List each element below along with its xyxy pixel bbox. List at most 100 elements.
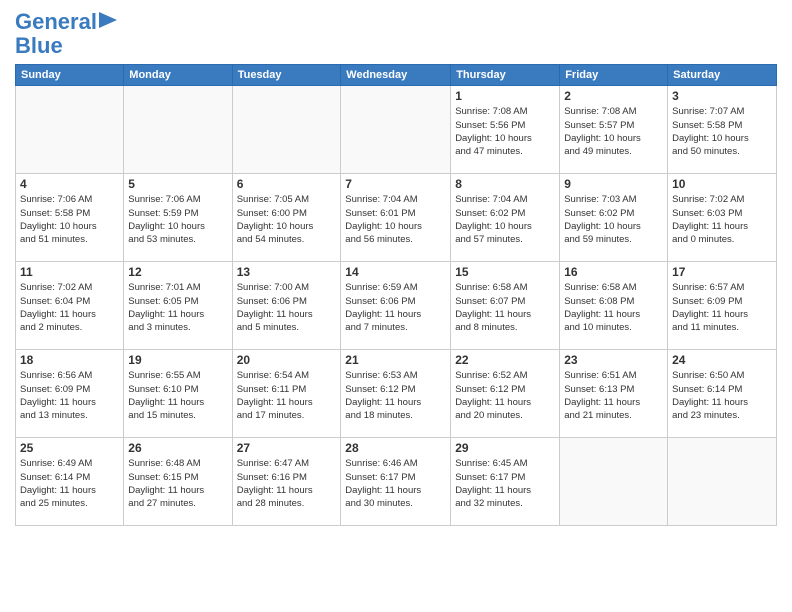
day-info: Sunrise: 7:01 AMSunset: 6:05 PMDaylight:… [128, 281, 227, 334]
calendar-cell: 22 Sunrise: 6:52 AMSunset: 6:12 PMDayligh… [451, 350, 560, 438]
calendar-cell: 11Sunrise: 7:02 AMSunset: 6:04 PMDayligh… [16, 262, 124, 350]
logo-text: General [15, 10, 97, 34]
day-info: Sunrise: 7:04 AMSunset: 6:01 PMDaylight:… [345, 193, 446, 246]
day-number: 26 [128, 441, 227, 455]
day-info: Sunrise: 6:49 AMSunset: 6:14 PMDaylight:… [20, 457, 119, 510]
calendar-week-row: 25 Sunrise: 6:49 AMSunset: 6:14 PMDayligh… [16, 438, 777, 526]
day-info: Sunrise: 6:51 AMSunset: 6:13 PMDaylight:… [564, 369, 663, 422]
day-info: Sunrise: 6:50 AMSunset: 6:14 PMDaylight:… [672, 369, 772, 422]
day-info: Sunrise: 6:52 AMSunset: 6:12 PMDaylight:… [455, 369, 555, 422]
day-info: Sunrise: 7:04 AMSunset: 6:02 PMDaylight:… [455, 193, 555, 246]
calendar-table: SundayMondayTuesdayWednesdayThursdayFrid… [15, 64, 777, 526]
calendar-cell: 25 Sunrise: 6:49 AMSunset: 6:14 PMDayligh… [16, 438, 124, 526]
day-number: 20 [237, 353, 337, 367]
calendar-cell: 6 Sunrise: 7:05 AMSunset: 6:00 PMDaylight… [232, 174, 341, 262]
calendar-cell: 4 Sunrise: 7:06 AMSunset: 5:58 PMDaylight… [16, 174, 124, 262]
calendar-cell: 12 Sunrise: 7:01 AMSunset: 6:05 PMDayligh… [124, 262, 232, 350]
calendar-cell: 2Sunrise: 7:08 AMSunset: 5:57 PMDaylight… [560, 86, 668, 174]
calendar-cell: 27 Sunrise: 6:47 AMSunset: 6:16 PMDayligh… [232, 438, 341, 526]
calendar-cell: 24 Sunrise: 6:50 AMSunset: 6:14 PMDayligh… [668, 350, 777, 438]
calendar-cell: 19Sunrise: 6:55 AMSunset: 6:10 PMDayligh… [124, 350, 232, 438]
day-number: 13 [237, 265, 337, 279]
day-info: Sunrise: 7:05 AMSunset: 6:00 PMDaylight:… [237, 193, 337, 246]
day-info: Sunrise: 7:03 AMSunset: 6:02 PMDaylight:… [564, 193, 663, 246]
calendar-cell [16, 86, 124, 174]
day-info: Sunrise: 6:58 AMSunset: 6:08 PMDaylight:… [564, 281, 663, 334]
calendar-cell: 29 Sunrise: 6:45 AMSunset: 6:17 PMDayligh… [451, 438, 560, 526]
calendar-week-row: 1 Sunrise: 7:08 AMSunset: 5:56 PMDaylight… [16, 86, 777, 174]
day-number: 11 [20, 265, 119, 279]
day-header-saturday: Saturday [668, 65, 777, 86]
calendar-header-row: SundayMondayTuesdayWednesdayThursdayFrid… [16, 65, 777, 86]
day-number: 29 [455, 441, 555, 455]
day-number: 17 [672, 265, 772, 279]
day-info: Sunrise: 6:59 AMSunset: 6:06 PMDaylight:… [345, 281, 446, 334]
day-number: 3 [672, 89, 772, 103]
day-info: Sunrise: 7:07 AMSunset: 5:58 PMDaylight:… [672, 105, 772, 158]
day-number: 28 [345, 441, 446, 455]
day-number: 14 [345, 265, 446, 279]
calendar-cell: 26Sunrise: 6:48 AMSunset: 6:15 PMDayligh… [124, 438, 232, 526]
day-info: Sunrise: 7:02 AMSunset: 6:03 PMDaylight:… [672, 193, 772, 246]
day-number: 25 [20, 441, 119, 455]
logo-blue-text: Blue [15, 34, 63, 58]
day-number: 12 [128, 265, 227, 279]
calendar-cell: 3 Sunrise: 7:07 AMSunset: 5:58 PMDaylight… [668, 86, 777, 174]
day-number: 9 [564, 177, 663, 191]
day-info: Sunrise: 6:47 AMSunset: 6:16 PMDaylight:… [237, 457, 337, 510]
calendar-cell: 10Sunrise: 7:02 AMSunset: 6:03 PMDayligh… [668, 174, 777, 262]
day-number: 24 [672, 353, 772, 367]
day-info: Sunrise: 6:57 AMSunset: 6:09 PMDaylight:… [672, 281, 772, 334]
day-number: 1 [455, 89, 555, 103]
day-header-monday: Monday [124, 65, 232, 86]
day-number: 23 [564, 353, 663, 367]
day-info: Sunrise: 7:06 AMSunset: 5:58 PMDaylight:… [20, 193, 119, 246]
calendar-cell: 8 Sunrise: 7:04 AMSunset: 6:02 PMDaylight… [451, 174, 560, 262]
day-info: Sunrise: 6:45 AMSunset: 6:17 PMDaylight:… [455, 457, 555, 510]
calendar-cell: 5 Sunrise: 7:06 AMSunset: 5:59 PMDaylight… [124, 174, 232, 262]
day-number: 6 [237, 177, 337, 191]
day-number: 8 [455, 177, 555, 191]
logo-arrow-icon [99, 10, 119, 30]
calendar-week-row: 11Sunrise: 7:02 AMSunset: 6:04 PMDayligh… [16, 262, 777, 350]
calendar-cell: 23 Sunrise: 6:51 AMSunset: 6:13 PMDayligh… [560, 350, 668, 438]
day-info: Sunrise: 6:56 AMSunset: 6:09 PMDaylight:… [20, 369, 119, 422]
calendar-cell [124, 86, 232, 174]
calendar-cell [232, 86, 341, 174]
calendar-cell: 17 Sunrise: 6:57 AMSunset: 6:09 PMDayligh… [668, 262, 777, 350]
calendar-cell: 9 Sunrise: 7:03 AMSunset: 6:02 PMDaylight… [560, 174, 668, 262]
day-info: Sunrise: 7:08 AMSunset: 5:56 PMDaylight:… [455, 105, 555, 158]
calendar-week-row: 4 Sunrise: 7:06 AMSunset: 5:58 PMDaylight… [16, 174, 777, 262]
day-header-friday: Friday [560, 65, 668, 86]
calendar-cell: 20 Sunrise: 6:54 AMSunset: 6:11 PMDayligh… [232, 350, 341, 438]
calendar-cell: 7Sunrise: 7:04 AMSunset: 6:01 PMDaylight… [341, 174, 451, 262]
calendar-cell: 15 Sunrise: 6:58 AMSunset: 6:07 PMDayligh… [451, 262, 560, 350]
day-info: Sunrise: 7:00 AMSunset: 6:06 PMDaylight:… [237, 281, 337, 334]
day-number: 18 [20, 353, 119, 367]
calendar-week-row: 18 Sunrise: 6:56 AMSunset: 6:09 PMDayligh… [16, 350, 777, 438]
day-info: Sunrise: 6:58 AMSunset: 6:07 PMDaylight:… [455, 281, 555, 334]
calendar-cell [341, 86, 451, 174]
day-number: 4 [20, 177, 119, 191]
header: General Blue [15, 10, 777, 58]
day-header-thursday: Thursday [451, 65, 560, 86]
day-number: 21 [345, 353, 446, 367]
day-info: Sunrise: 7:06 AMSunset: 5:59 PMDaylight:… [128, 193, 227, 246]
day-number: 16 [564, 265, 663, 279]
page: General Blue SundayMondayTuesdayWednesda… [0, 0, 792, 536]
day-number: 5 [128, 177, 227, 191]
logo: General Blue [15, 10, 119, 58]
day-info: Sunrise: 6:54 AMSunset: 6:11 PMDaylight:… [237, 369, 337, 422]
day-info: Sunrise: 7:08 AMSunset: 5:57 PMDaylight:… [564, 105, 663, 158]
day-number: 27 [237, 441, 337, 455]
day-header-tuesday: Tuesday [232, 65, 341, 86]
calendar-cell [668, 438, 777, 526]
calendar-cell: 18 Sunrise: 6:56 AMSunset: 6:09 PMDayligh… [16, 350, 124, 438]
day-number: 19 [128, 353, 227, 367]
day-number: 22 [455, 353, 555, 367]
day-info: Sunrise: 6:53 AMSunset: 6:12 PMDaylight:… [345, 369, 446, 422]
day-number: 15 [455, 265, 555, 279]
calendar-cell [560, 438, 668, 526]
calendar-cell: 28Sunrise: 6:46 AMSunset: 6:17 PMDayligh… [341, 438, 451, 526]
calendar-cell: 21 Sunrise: 6:53 AMSunset: 6:12 PMDayligh… [341, 350, 451, 438]
